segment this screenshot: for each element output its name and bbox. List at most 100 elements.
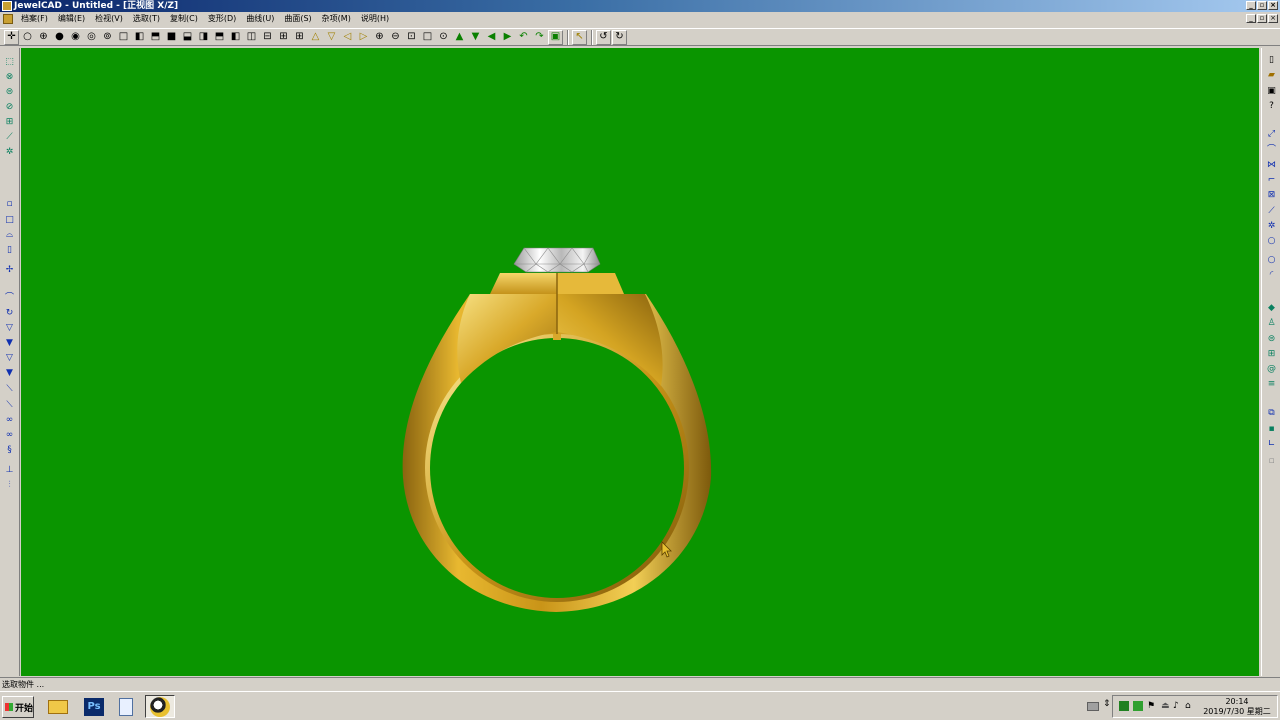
zoom-out-icon[interactable]: ⊖: [388, 30, 403, 45]
move-icon[interactable]: ✢: [3, 264, 16, 277]
taskbar-photoshop[interactable]: Ps: [80, 695, 108, 718]
stone-set-icon[interactable]: ⊜: [1265, 333, 1278, 346]
window-single-icon[interactable]: □: [116, 30, 131, 45]
curve-line-icon[interactable]: ⟋: [1265, 205, 1278, 218]
sweep-icon[interactable]: ⟍: [3, 383, 16, 396]
clock[interactable]: 20:14 2019/7/30 星期二: [1197, 697, 1277, 717]
start-button[interactable]: 开始: [2, 696, 34, 718]
select-arrow-icon[interactable]: ↖: [572, 29, 587, 45]
zoom-all-icon[interactable]: □: [420, 30, 435, 45]
restore-button[interactable]: ▫: [1257, 1, 1267, 10]
split-vertical-icon[interactable]: ◫: [244, 30, 259, 45]
view-left-icon[interactable]: ◁: [340, 30, 355, 45]
taper-bold-icon[interactable]: ▼: [3, 367, 16, 380]
3d-viewport[interactable]: [21, 48, 1259, 676]
solid-view-icon[interactable]: ●: [52, 30, 67, 45]
minimize-button[interactable]: _: [1246, 1, 1256, 10]
select-color-icon[interactable]: ⊘: [3, 101, 16, 114]
split-horizontal-icon[interactable]: ⊟: [260, 30, 275, 45]
select-line-icon[interactable]: ⟋: [3, 131, 16, 144]
select-object-icon[interactable]: ⬚: [3, 56, 16, 69]
taskbar-explorer[interactable]: [44, 695, 72, 718]
rotate-down-icon[interactable]: ▼: [468, 30, 483, 45]
circle-alt-icon[interactable]: ○: [1265, 254, 1278, 267]
crosshair-icon[interactable]: ✛: [4, 29, 19, 45]
arc-icon[interactable]: ⌓: [3, 229, 16, 242]
menu-misc[interactable]: 杂项(M): [317, 12, 356, 26]
menu-copy[interactable]: 复制(C): [165, 12, 203, 26]
shaded-view-icon[interactable]: ◉: [68, 30, 83, 45]
rotate-right-icon[interactable]: ▶: [500, 30, 515, 45]
zoom-fit-icon[interactable]: ⊙: [436, 30, 451, 45]
infinity-icon[interactable]: ∞: [3, 414, 16, 427]
measure-icon[interactable]: ∟: [1265, 438, 1278, 451]
rotate-ccw-icon[interactable]: ↶: [516, 30, 531, 45]
spiral-icon[interactable]: @: [1265, 363, 1278, 376]
window-bottom-icon[interactable]: ⬓: [180, 30, 195, 45]
circle-view-icon[interactable]: ○: [20, 30, 35, 45]
twist-icon[interactable]: §: [3, 444, 16, 457]
save-file-icon[interactable]: ▣: [1265, 85, 1278, 98]
cone-icon[interactable]: ▽: [3, 322, 16, 335]
doc-restore-button[interactable]: ▫: [1257, 14, 1267, 23]
tray-arrow-icon[interactable]: ⇕: [1103, 699, 1111, 709]
help-icon[interactable]: ?: [1265, 100, 1278, 113]
close-button[interactable]: ×: [1268, 1, 1278, 10]
chain-icon[interactable]: ≡: [1265, 378, 1278, 391]
menu-select[interactable]: 选取(T): [128, 12, 165, 26]
display-icon[interactable]: [1133, 701, 1143, 711]
zoom-in-icon[interactable]: ⊕: [372, 30, 387, 45]
point-icon[interactable]: ▫: [3, 198, 16, 211]
rotate-cw-icon[interactable]: ↷: [532, 30, 547, 45]
taskbar-notepad[interactable]: [112, 695, 140, 718]
rectangle-icon[interactable]: □: [3, 214, 16, 227]
circle-icon[interactable]: ○: [1265, 235, 1278, 248]
curve-arc-icon[interactable]: ⌒: [1265, 144, 1278, 157]
window-left-half-icon[interactable]: ◧: [228, 30, 243, 45]
menu-help[interactable]: 说明(H): [356, 12, 394, 26]
new-file-icon[interactable]: ▯: [1265, 54, 1278, 67]
curve-mirror-icon[interactable]: ⋈: [1265, 159, 1278, 172]
doc-close-button[interactable]: ×: [1268, 14, 1278, 23]
menu-curve[interactable]: 曲线(U): [241, 12, 279, 26]
layer-icon[interactable]: ⧉: [1265, 407, 1278, 420]
zoom-window-icon[interactable]: ⊡: [404, 30, 419, 45]
window-full-icon[interactable]: ■: [164, 30, 179, 45]
stack-icon[interactable]: ⊥: [3, 464, 16, 477]
open-file-icon[interactable]: ▰: [1265, 69, 1278, 82]
menu-deform[interactable]: 变形(D): [203, 12, 241, 26]
window-top-half-icon[interactable]: ⬒: [212, 30, 227, 45]
ring-model[interactable]: [21, 48, 1259, 676]
window-top-icon[interactable]: ⬒: [148, 30, 163, 45]
select-all-icon[interactable]: ⊞: [3, 116, 16, 129]
rendered-view-icon[interactable]: ◎: [84, 30, 99, 45]
render-icon[interactable]: ▣: [548, 29, 563, 45]
view-down-icon[interactable]: ▽: [324, 30, 339, 45]
view-up-icon[interactable]: △: [308, 30, 323, 45]
menu-surface[interactable]: 曲面(S): [279, 12, 316, 26]
sphere-view-icon[interactable]: ⊕: [36, 30, 51, 45]
light-view-icon[interactable]: ⊚: [100, 30, 115, 45]
menu-edit[interactable]: 编辑(E): [53, 12, 90, 26]
taskbar-jewelcad[interactable]: [145, 695, 175, 718]
doc-minimize-button[interactable]: _: [1246, 14, 1256, 23]
usb-icon[interactable]: ⏏: [1161, 701, 1171, 711]
curve-box-icon[interactable]: ⊠: [1265, 189, 1278, 202]
undo-icon[interactable]: ↺: [596, 29, 611, 45]
window-left-icon[interactable]: ◧: [132, 30, 147, 45]
loft-icon[interactable]: ⌒: [3, 292, 16, 305]
view-right-icon[interactable]: ▷: [356, 30, 371, 45]
menu-file[interactable]: 档案(F): [16, 12, 53, 26]
rotate-up-icon[interactable]: ▲: [452, 30, 467, 45]
curve-step-icon[interactable]: ⌐: [1265, 174, 1278, 187]
taper-icon[interactable]: ▽: [3, 352, 16, 365]
rotate-left-icon[interactable]: ◀: [484, 30, 499, 45]
shield-icon[interactable]: ⚑: [1147, 701, 1157, 711]
point-small-icon[interactable]: ▪: [1265, 423, 1278, 436]
document-icon[interactable]: [3, 14, 13, 24]
infinity-alt-icon[interactable]: ∞: [3, 429, 16, 442]
prong-icon[interactable]: ♙: [1265, 317, 1278, 330]
split-grid-icon[interactable]: ⊞: [292, 30, 307, 45]
split-four-icon[interactable]: ⊞: [276, 30, 291, 45]
redo-icon[interactable]: ↻: [612, 29, 627, 45]
